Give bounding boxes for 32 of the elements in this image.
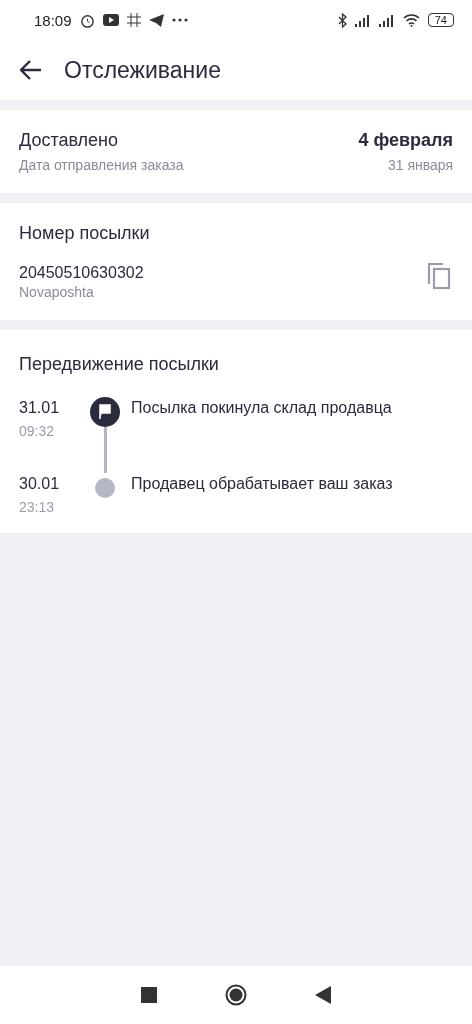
parcel-number-title: Номер посылки bbox=[19, 223, 151, 244]
copy-icon[interactable] bbox=[427, 262, 451, 290]
event-time: 23:13 bbox=[19, 499, 56, 515]
tracking-number: 20450510630302 bbox=[19, 264, 144, 282]
clock-time: 18:09 bbox=[34, 11, 72, 29]
carrier-name: Novaposhta bbox=[19, 284, 95, 300]
delivery-status: Доставлено bbox=[19, 130, 119, 151]
alarm-icon bbox=[79, 12, 95, 28]
video-icon bbox=[102, 14, 119, 26]
order-date: 31 января bbox=[387, 157, 453, 173]
event-description: Посылка покинула склад продавца bbox=[131, 398, 392, 417]
signal-icon bbox=[378, 13, 395, 27]
signal-icon bbox=[354, 13, 371, 27]
order-date-label: Дата отправления заказа bbox=[19, 157, 184, 173]
back-nav-button[interactable] bbox=[315, 986, 331, 1004]
send-icon bbox=[148, 13, 164, 27]
flag-icon bbox=[90, 397, 120, 427]
more-icon bbox=[171, 18, 188, 22]
event-description: Продавец обрабатывает ваш заказ bbox=[131, 474, 393, 493]
grid-icon bbox=[126, 13, 141, 27]
wifi-icon bbox=[402, 13, 420, 27]
battery-level: 74 bbox=[427, 13, 454, 27]
event-date: 31.01 bbox=[19, 399, 61, 417]
event-date: 30.01 bbox=[19, 475, 61, 493]
delivery-date: 4 февраля bbox=[358, 130, 453, 151]
bluetooth-icon bbox=[337, 12, 347, 28]
home-button[interactable] bbox=[225, 984, 247, 1006]
status-dot-icon bbox=[94, 477, 116, 499]
back-button[interactable] bbox=[20, 60, 42, 80]
event-time: 09:32 bbox=[19, 423, 56, 439]
movement-title: Передвижение посылки bbox=[19, 354, 220, 375]
page-title: Отслеживание bbox=[64, 56, 221, 84]
